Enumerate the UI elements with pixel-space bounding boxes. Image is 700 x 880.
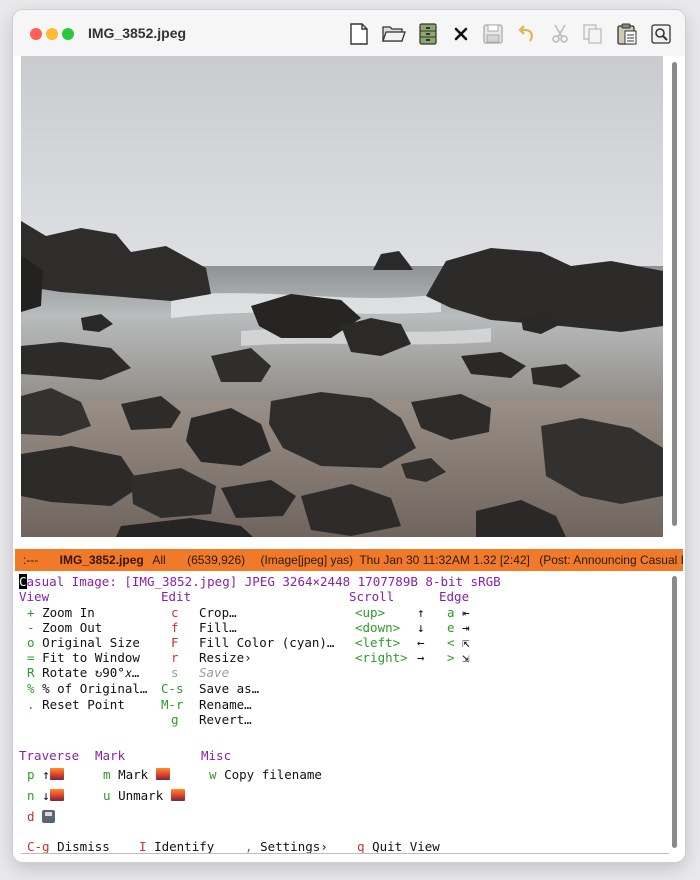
menu-item-crop-label[interactable]: Crop… [199,605,237,620]
open-folder-icon[interactable] [382,22,406,46]
menu-item-copy-filename[interactable]: w Copy filename [209,767,322,782]
menu-item-save-as-label[interactable]: Save as… [199,681,259,696]
menu-item-percent-of-original[interactable]: % % of Original… [27,681,147,696]
dired-cabinet-icon[interactable] [416,22,440,46]
menu-item-revert-label[interactable]: Revert… [199,712,252,727]
scroll-right-arrow: → [417,650,425,665]
menu-item-crop[interactable]: c [171,605,179,620]
menu-item-scroll-left[interactable]: <left> [355,635,400,650]
menu-item-fill[interactable]: f [171,620,179,635]
window-title: IMG_3852.jpeg [88,25,187,41]
image-thumbnail-icon [49,768,64,780]
modeline-status: :--- [23,553,39,567]
menu-item-edge-bottom[interactable]: > ⇲ [447,650,470,665]
mode-line: :--- IMG_3852.jpeg All (6539,926) (Image… [15,549,683,571]
new-file-icon[interactable] [347,22,371,46]
cut-scissors-icon[interactable] [548,22,572,46]
menu-scrollbar-thumb[interactable] [672,576,677,848]
undo-icon[interactable] [515,22,539,46]
menu-item-zoom-in[interactable]: + Zoom In [27,605,95,620]
footer-settings[interactable]: , Settings› [245,839,328,854]
modeline-position: All [152,553,166,567]
beach-photo [21,56,663,537]
close-x-icon[interactable] [449,22,473,46]
menu-item-scroll-right[interactable]: <right> [355,650,408,665]
menu-item-zoom-out[interactable]: - Zoom Out [27,620,102,635]
menu-item-save-as[interactable]: C-s [161,681,184,696]
app-window: IMG_3852.jpeg:--- IMG_3852.jpeg All (65… [13,10,685,862]
menu-item-fill-color[interactable]: F [171,635,179,650]
casual-image-menu: Casual Image: [IMG_3852.jpeg] JPEG 3264×… [13,571,669,861]
menu-header: Casual Image: [IMG_3852.jpeg] JPEG 3264×… [19,574,501,589]
menu-item-scroll-down[interactable]: <down> [355,620,400,635]
menu-item-mark[interactable]: m Mark [103,767,170,782]
menu-item-rename-label[interactable]: Rename… [199,697,252,712]
minimize-window-button[interactable] [46,28,58,40]
menu-item-save-disabled: Save [199,665,230,680]
scroll-left-arrow: ← [417,635,425,650]
image-scrollbar-thumb[interactable] [672,62,677,526]
modeline-buffer-name[interactable]: IMG_3852.jpeg [60,553,144,567]
menu-item-rotate[interactable]: R Rotate ↻90°𝑥… [27,665,139,680]
save-disk-icon[interactable] [481,22,505,46]
misc-heading: Misc [201,748,232,763]
menu-item-scroll-up[interactable]: <up> [355,605,385,620]
title-bar: IMG_3852.jpeg [13,10,685,57]
menu-item-resize[interactable]: r [171,650,179,665]
menu-item-reset-point[interactable]: . Reset Point [27,697,125,712]
scroll-up-arrow: ↑ [417,605,425,620]
menu-item-fill-label[interactable]: Fill… [199,620,237,635]
minibuffer-divider [21,853,669,854]
menu-item-resize-label[interactable]: Resize› [199,650,252,665]
image-thumbnail-icon [170,789,185,801]
zoom-window-button[interactable] [62,28,74,40]
menu-item-fit-to-window[interactable]: = Fit to Window [27,650,140,665]
image-thumbnail-icon [155,768,170,780]
menu-item-save-key: s [171,665,179,680]
edge-heading: Edge [439,589,470,604]
preferences-icon[interactable] [649,22,673,46]
modeline-post: (Post: Announcing Casual I [539,553,683,567]
dired-cabinet-icon [42,810,56,823]
view-heading: View [19,589,50,604]
menu-item-dired[interactable]: d [27,809,56,824]
copy-icon[interactable] [581,22,605,46]
close-window-button[interactable] [30,28,42,40]
menu-item-edge-top[interactable]: < ⇱ [447,635,470,650]
scroll-heading: Scroll [349,589,395,604]
footer-quit-view[interactable]: q Quit View [357,839,440,854]
image-thumbnail-icon [49,789,64,801]
mark-heading: Mark [95,748,126,763]
menu-item-fill-color-label[interactable]: Fill Color (cyan)… [199,635,334,650]
menu-item-unmark[interactable]: u Unmark [103,788,185,803]
menu-item-edge-start[interactable]: a ⇤ [447,605,470,620]
scroll-down-arrow: ↓ [417,620,425,635]
image-display[interactable] [21,56,663,537]
footer-dismiss[interactable]: C-g Dismiss [27,839,110,854]
menu-item-edge-end[interactable]: e ⇥ [447,620,470,635]
menu-item-original-size[interactable]: o Original Size [27,635,140,650]
menu-item-rename[interactable]: M-r [161,697,184,712]
cursor: C [19,574,27,589]
modeline-coords: (6539,926) [187,553,246,567]
traverse-heading: Traverse [19,748,80,763]
footer-identify[interactable]: I Identify [139,839,214,854]
menu-item-next-image[interactable]: n ↓ [27,788,64,803]
modeline-mode[interactable]: (Image[jpeg] yas) [260,553,353,567]
menu-item-revert[interactable]: g [171,712,179,727]
menu-item-previous-image[interactable]: p ↑ [27,767,64,782]
emacs-frame: :--- IMG_3852.jpeg All (6539,926) (Image… [13,56,685,862]
edit-heading: Edit [161,589,192,604]
paste-clipboard-icon[interactable] [615,22,639,46]
modeline-time: Thu Jan 30 11:32AM 1.32 [2:42] [359,553,530,567]
